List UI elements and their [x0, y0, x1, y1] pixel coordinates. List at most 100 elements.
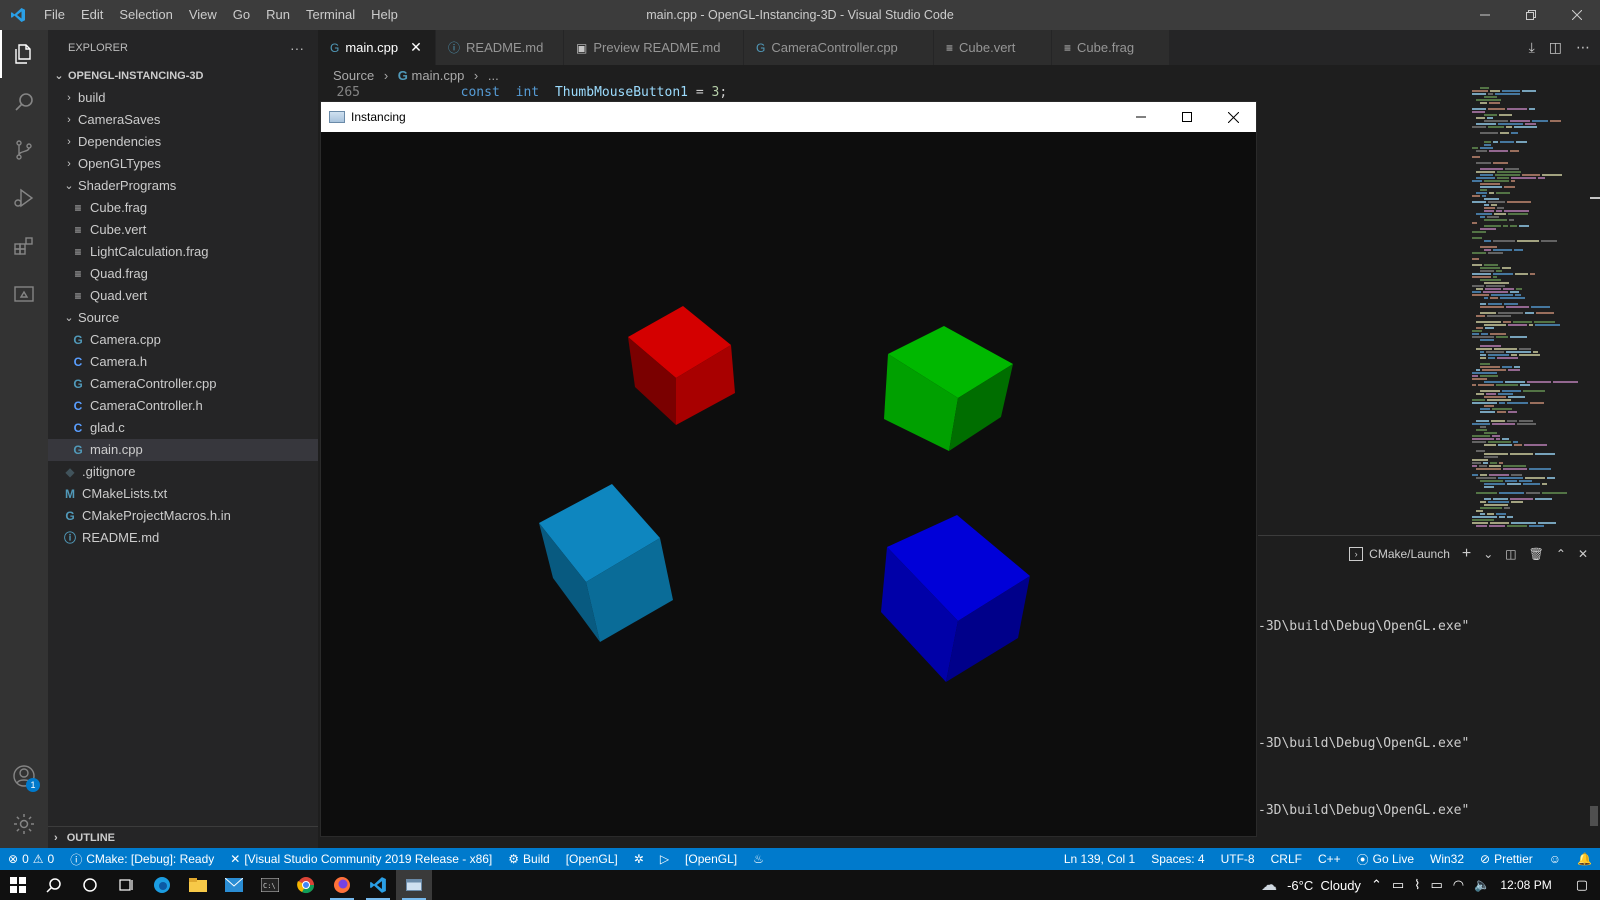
volume-icon[interactable]: 🔈	[1474, 877, 1490, 893]
run-debug-icon[interactable]	[0, 174, 48, 222]
go-live-button[interactable]: ⦿ Go Live	[1349, 851, 1422, 868]
split-editor-icon[interactable]: ◫	[1549, 39, 1562, 56]
editor-tab[interactable]: ⓘ README.md	[436, 30, 564, 65]
chevron-up-icon[interactable]: ⌃	[1371, 877, 1382, 893]
launch-icon[interactable]: ▷	[652, 852, 677, 866]
build-target[interactable]: [OpenGL]	[558, 852, 626, 866]
tree-file[interactable]: Cglad.c	[48, 417, 318, 439]
minimize-icon[interactable]	[1462, 0, 1508, 30]
menu-selection[interactable]: Selection	[111, 0, 180, 30]
chevron-down-icon[interactable]: ⌄	[1483, 547, 1493, 561]
cmake-kit[interactable]: ✕ [Visual Studio Community 2019 Release -…	[222, 852, 500, 866]
launch-target[interactable]: [OpenGL]	[677, 852, 745, 866]
prettier-button[interactable]: ⊘ Prettier	[1472, 852, 1541, 866]
tree-file[interactable]: Gmain.cpp	[48, 439, 318, 461]
tree-file[interactable]: G Camera.cpp	[48, 329, 318, 351]
breadcrumb-file[interactable]: main.cpp	[412, 68, 465, 83]
vscode-taskbar-icon[interactable]	[360, 870, 396, 900]
minimize-icon[interactable]	[1118, 102, 1164, 132]
tree-folder[interactable]: › Dependencies	[48, 131, 318, 153]
encoding[interactable]: UTF-8	[1213, 852, 1263, 866]
editor-tab[interactable]: Gmain.cpp ✕	[318, 30, 436, 65]
close-icon[interactable]	[1210, 102, 1256, 132]
close-panel-icon[interactable]: ✕	[1578, 547, 1588, 561]
tree-file[interactable]: ≡ Quad.frag	[48, 263, 318, 285]
file-explorer-icon[interactable]	[180, 870, 216, 900]
more-actions-icon[interactable]: ···	[290, 40, 304, 56]
weather-cloud-icon[interactable]: ☁	[1261, 875, 1277, 895]
network-icon[interactable]: ⌇	[1414, 877, 1420, 893]
action-center-icon[interactable]: ▢	[1576, 877, 1588, 893]
editor-tab[interactable]: ≡ Cube.vert	[934, 30, 1052, 65]
new-terminal-icon[interactable]: +	[1462, 545, 1471, 563]
close-icon[interactable]	[1554, 0, 1600, 30]
edge-browser-icon[interactable]	[144, 870, 180, 900]
tree-file[interactable]: ≡ Cube.vert	[48, 219, 318, 241]
task-view-icon[interactable]	[108, 870, 144, 900]
menu-file[interactable]: File	[36, 0, 73, 30]
instancing-window[interactable]: Instancing	[320, 101, 1257, 837]
open-changes-icon[interactable]: ⤓	[1529, 39, 1535, 56]
more-actions-icon[interactable]: ⋯	[1576, 39, 1590, 56]
menu-help[interactable]: Help	[363, 0, 406, 30]
restore-icon[interactable]	[1508, 0, 1554, 30]
tree-root[interactable]: ⌄ OPENGL-INSTANCING-3D	[48, 65, 318, 87]
indentation[interactable]: Spaces: 4	[1143, 852, 1212, 866]
tree-folder[interactable]: › OpenGLTypes	[48, 153, 318, 175]
maximize-panel-icon[interactable]: ⌃	[1556, 547, 1566, 561]
breadcrumb-folder[interactable]: Source	[333, 68, 374, 83]
close-tab-icon[interactable]: ✕	[410, 39, 422, 56]
split-terminal-icon[interactable]: ◫	[1505, 547, 1516, 561]
wifi-icon[interactable]: ◠	[1453, 877, 1464, 893]
maximize-icon[interactable]	[1164, 102, 1210, 132]
explorer-icon[interactable]	[0, 30, 48, 78]
instancing-title-bar[interactable]: Instancing	[321, 102, 1256, 132]
tree-file[interactable]: C CameraController.h	[48, 395, 318, 417]
terminal-dropdown[interactable]: › CMake/Launch	[1349, 546, 1450, 561]
extensions-icon[interactable]	[0, 222, 48, 270]
cmake-status[interactable]: ⓘ CMake: [Debug]: Ready	[62, 851, 222, 868]
tree-file[interactable]: ⓘ README.md	[48, 527, 318, 549]
menu-terminal[interactable]: Terminal	[298, 0, 363, 30]
opengl-viewport[interactable]	[321, 132, 1256, 836]
debug-icon[interactable]: ✲	[626, 852, 652, 866]
tree-folder[interactable]: › CameraSaves	[48, 109, 318, 131]
search-icon[interactable]	[0, 78, 48, 126]
tree-file[interactable]: ≡ Cube.frag	[48, 197, 318, 219]
tree-folder[interactable]: ⌄ Source	[48, 307, 318, 329]
platform[interactable]: Win32	[1422, 852, 1472, 866]
remote-explorer-icon[interactable]	[0, 270, 48, 318]
problems-indicator[interactable]: ⊗ 0 ⚠ 0	[0, 852, 62, 866]
cursor-position[interactable]: Ln 139, Col 1	[1056, 852, 1143, 866]
trash-icon[interactable]: 🗑	[1529, 547, 1544, 561]
tree-file[interactable]: C Camera.h	[48, 351, 318, 373]
editor-tab[interactable]: ≡ Cube.frag	[1052, 30, 1170, 65]
editor-tab[interactable]: ▣ Preview README.md	[564, 30, 744, 65]
tree-file[interactable]: G CMakeProjectMacros.h.in	[48, 505, 318, 527]
instancing-taskbar-icon[interactable]	[396, 870, 432, 900]
mail-icon[interactable]	[216, 870, 252, 900]
menu-view[interactable]: View	[181, 0, 225, 30]
tree-file[interactable]: G CameraController.cpp	[48, 373, 318, 395]
tree-folder[interactable]: › build	[48, 87, 318, 109]
tree-file[interactable]: ◆ .gitignore	[48, 461, 318, 483]
terminal-scrollbar[interactable]	[1590, 806, 1598, 826]
editor-tab[interactable]: G CameraController.cpp	[744, 30, 934, 65]
source-control-icon[interactable]	[0, 126, 48, 174]
chrome-icon[interactable]	[288, 870, 324, 900]
ctest-icon[interactable]: ♨	[745, 852, 772, 866]
editor-scrollbar[interactable]	[1590, 87, 1600, 535]
outline-section[interactable]: › OUTLINE	[48, 826, 318, 848]
tree-file[interactable]: ≡ Quad.vert	[48, 285, 318, 307]
tree-file[interactable]: ≡ LightCalculation.frag	[48, 241, 318, 263]
meet-now-icon[interactable]: ▭	[1392, 877, 1404, 893]
search-icon[interactable]	[36, 870, 72, 900]
cortana-icon[interactable]	[72, 870, 108, 900]
battery-icon[interactable]: ▭	[1431, 877, 1443, 893]
menu-edit[interactable]: Edit	[73, 0, 111, 30]
end-of-line[interactable]: CRLF	[1263, 852, 1310, 866]
build-button[interactable]: ⚙ Build	[500, 852, 557, 866]
minimap[interactable]	[1468, 87, 1590, 535]
settings-gear-icon[interactable]	[0, 800, 48, 848]
accounts-icon[interactable]: 1	[0, 752, 48, 800]
